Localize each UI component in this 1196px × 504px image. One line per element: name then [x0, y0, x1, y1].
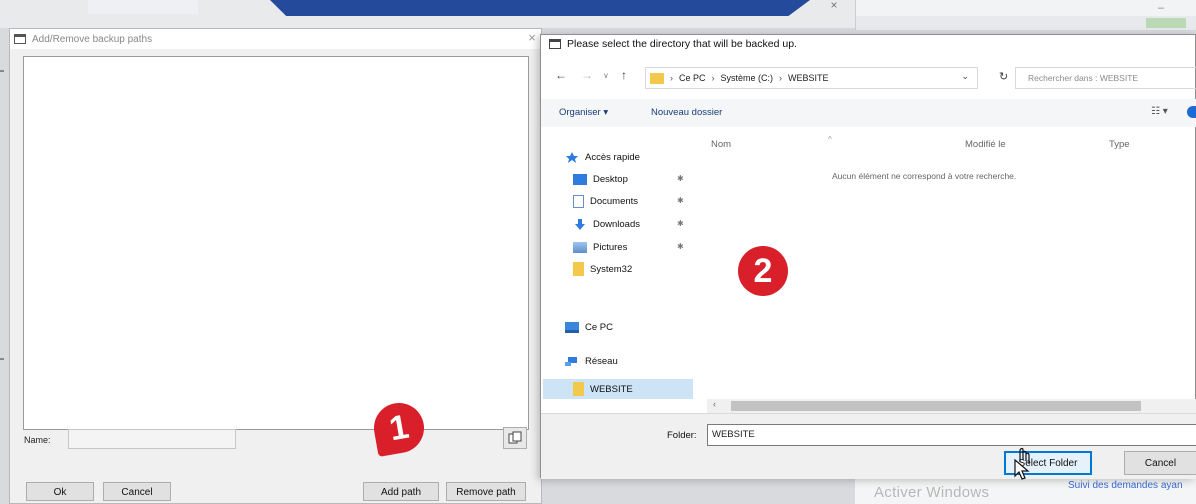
- pictures-icon: [573, 241, 587, 253]
- window-icon: [14, 34, 26, 44]
- folder-label: Folder:: [667, 430, 697, 441]
- right-dialog-title: Please select the directory that will be…: [567, 38, 797, 50]
- up-arrow-icon[interactable]: ↑: [621, 68, 627, 82]
- search-input[interactable]: Rechercher dans : WEBSITE: [1015, 67, 1196, 89]
- nav-pictures[interactable]: Pictures: [573, 237, 627, 257]
- step-2-badge: 2: [738, 246, 788, 296]
- nav-documents[interactable]: Documents: [573, 191, 638, 211]
- pin-icon[interactable]: ✱: [677, 174, 684, 183]
- scroll-left-icon[interactable]: ‹: [713, 399, 716, 409]
- mouse-cursor-icon: [1014, 447, 1030, 480]
- nav-downloads[interactable]: Downloads: [573, 214, 640, 234]
- nav-desktop[interactable]: Desktop: [573, 169, 628, 189]
- pin-icon[interactable]: ✱: [677, 219, 684, 228]
- horizontal-scrollbar[interactable]: ‹: [707, 399, 1196, 413]
- left-dialog-titlebar: Add/Remove backup paths: [10, 29, 541, 49]
- command-toolbar: Organiser ▾ Nouveau dossier ☷ ▾: [541, 99, 1196, 127]
- nav-desktop-label: Desktop: [593, 173, 628, 185]
- nav-documents-label: Documents: [590, 195, 639, 207]
- breadcrumb-website[interactable]: WEBSITE: [788, 73, 829, 83]
- window-icon: [549, 39, 561, 49]
- help-icon[interactable]: [1187, 106, 1196, 118]
- add-remove-paths-dialog: Add/Remove backup paths × Name: Ok Cance…: [9, 28, 542, 504]
- network-icon: [565, 356, 577, 366]
- navigation-pane: Accès rapide Desktop ✱ Documents ✱ Downl…: [541, 129, 693, 409]
- select-directory-dialog: Please select the directory that will be…: [540, 34, 1196, 479]
- empty-message: Aucun élément ne correspond à votre rech…: [832, 171, 1017, 181]
- nav-downloads-label: Downloads: [593, 218, 640, 230]
- remove-path-button[interactable]: Remove path: [446, 482, 526, 501]
- side-link[interactable]: Suivi des demandes ayan: [1068, 480, 1183, 491]
- star-icon: [566, 151, 578, 163]
- add-path-button[interactable]: Add path: [363, 482, 439, 501]
- back-arrow-icon[interactable]: ←: [555, 68, 567, 82]
- forward-arrow-icon[interactable]: →: [581, 68, 593, 82]
- chevron-down-icon[interactable]: ⌄: [961, 71, 969, 82]
- documents-icon: [573, 194, 584, 208]
- background-toolbar: [88, 0, 198, 14]
- activate-windows-watermark: Activer Windows: [874, 484, 990, 501]
- folder-panel: Folder: WEBSITE Select Folder Cancel: [541, 413, 1196, 479]
- left-edge-marks: [0, 60, 8, 360]
- breadcrumb-chevron-icon: ›: [711, 73, 715, 83]
- nav-system32-label: System32: [590, 263, 633, 275]
- nav-website[interactable]: WEBSITE: [573, 379, 633, 399]
- right-dialog-titlebar: Please select the directory that will be…: [549, 38, 797, 50]
- navigation-bar: ← → ∨ ↑ › Ce PC › Système (C:) › WEBSITE…: [541, 63, 1196, 91]
- breadcrumb-drive[interactable]: Système (C:): [721, 73, 774, 83]
- name-label: Name:: [24, 435, 51, 445]
- folder-icon: [573, 262, 584, 276]
- breadcrumb-this-pc[interactable]: Ce PC: [679, 73, 706, 83]
- nav-pictures-label: Pictures: [593, 241, 628, 253]
- column-modified[interactable]: Modifié le: [965, 139, 1006, 150]
- computer-icon: [565, 321, 579, 333]
- folder-icon: [650, 72, 664, 84]
- column-type[interactable]: Type: [1109, 139, 1130, 150]
- background-app-window: –: [855, 0, 1196, 30]
- desktop-icon: [573, 173, 587, 185]
- nav-this-pc[interactable]: Ce PC: [565, 317, 613, 337]
- breadcrumb-chevron-icon: ›: [670, 73, 673, 83]
- copy-icon: [508, 431, 522, 444]
- breadcrumb-chevron-icon: ›: [779, 73, 783, 83]
- close-icon[interactable]: ×: [524, 29, 540, 49]
- minimize-icon[interactable]: –: [1158, 2, 1164, 14]
- pin-icon[interactable]: ✱: [677, 196, 684, 205]
- backup-paths-list[interactable]: [23, 56, 529, 430]
- background-close-icon[interactable]: ×: [826, 0, 842, 12]
- nav-quick-access[interactable]: Accès rapide: [565, 147, 640, 167]
- copy-button[interactable]: [503, 427, 527, 449]
- organize-menu[interactable]: Organiser ▾: [559, 107, 608, 118]
- dialog-cancel-button[interactable]: Cancel: [1124, 451, 1196, 475]
- folder-icon: [573, 382, 584, 396]
- column-name[interactable]: Nom: [711, 139, 731, 150]
- cancel-button[interactable]: Cancel: [103, 482, 171, 501]
- nav-network-label: Réseau: [585, 355, 618, 367]
- background-app-bar: [856, 16, 1196, 30]
- ok-button[interactable]: Ok: [26, 482, 94, 501]
- address-bar[interactable]: › Ce PC › Système (C:) › WEBSITE ⌄: [645, 67, 978, 89]
- new-folder-button[interactable]: Nouveau dossier: [651, 107, 722, 118]
- nav-network[interactable]: Réseau: [565, 351, 618, 371]
- nav-quick-access-label: Accès rapide: [585, 151, 640, 163]
- name-input[interactable]: [68, 429, 236, 449]
- nav-website-label: WEBSITE: [590, 383, 633, 395]
- view-options-icon[interactable]: ☷ ▾: [1151, 106, 1168, 117]
- folder-input[interactable]: WEBSITE: [707, 424, 1196, 446]
- recent-chevron-icon[interactable]: ∨: [603, 71, 609, 80]
- download-arrow-icon: [575, 218, 585, 230]
- left-dialog-title: Add/Remove backup paths: [32, 33, 153, 45]
- nav-this-pc-label: Ce PC: [585, 321, 613, 333]
- sort-arrow-icon: ^: [828, 135, 832, 144]
- pin-icon[interactable]: ✱: [677, 242, 684, 251]
- nav-system32[interactable]: System32: [573, 259, 632, 279]
- scrollbar-thumb[interactable]: [731, 401, 1141, 411]
- refresh-icon[interactable]: ↻: [999, 70, 1008, 83]
- background-titlebar: [270, 0, 810, 16]
- background-green-tab: [1146, 18, 1186, 28]
